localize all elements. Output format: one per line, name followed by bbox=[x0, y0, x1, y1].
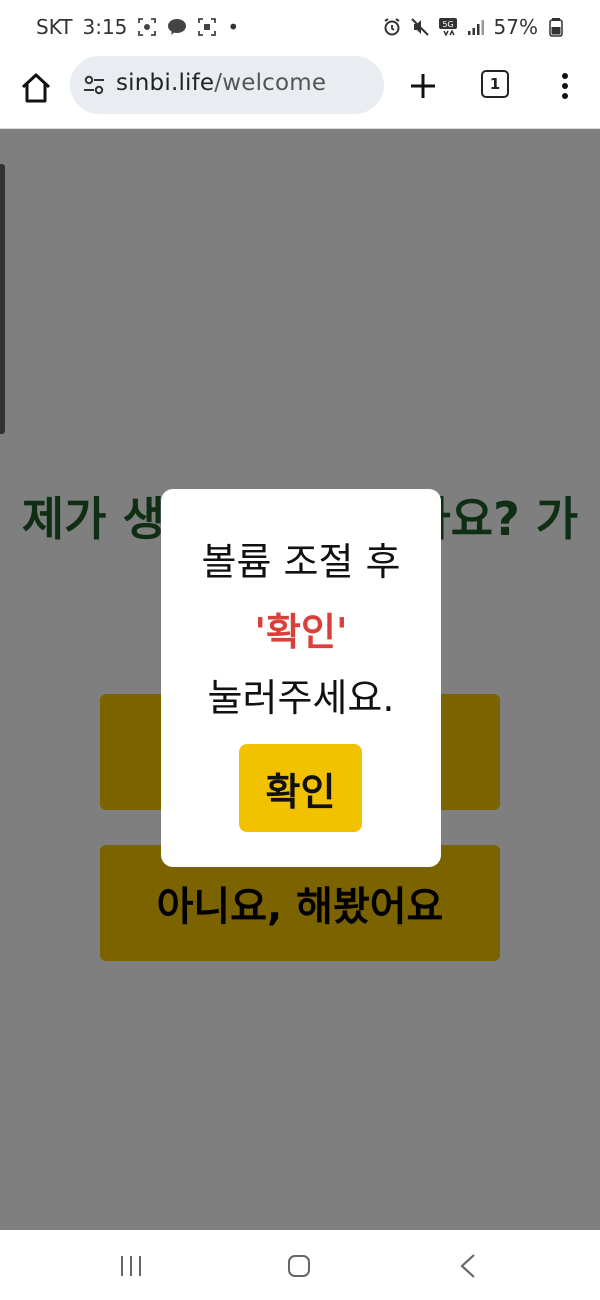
network-5g-icon: 5G bbox=[438, 18, 457, 37]
carrier-label: SKT bbox=[36, 15, 73, 39]
clock: 3:15 bbox=[82, 15, 128, 39]
dialog-line-confirm-highlight: '확인' bbox=[254, 610, 348, 654]
nav-home-icon[interactable] bbox=[287, 1254, 311, 1278]
status-bar-right: 5G 57% bbox=[382, 15, 566, 39]
kakaotalk-icon bbox=[168, 19, 187, 35]
scrollbar[interactable] bbox=[0, 164, 5, 434]
screenshot-icon bbox=[138, 18, 157, 36]
dialog-line-volume: 볼륨 조절 후 bbox=[201, 540, 401, 584]
mute-icon bbox=[410, 18, 429, 36]
signal-icon bbox=[467, 20, 484, 35]
status-bar-left: SKT 3:15 • bbox=[36, 15, 239, 39]
url-domain: sinbi.life bbox=[116, 70, 215, 96]
confirm-button[interactable]: 확인 bbox=[239, 744, 362, 832]
url-path: /welcome bbox=[214, 70, 327, 96]
alarm-icon bbox=[383, 18, 400, 36]
screen-record-icon bbox=[198, 18, 217, 36]
battery-percent: 57% bbox=[493, 15, 538, 39]
recent-apps-icon[interactable] bbox=[118, 1254, 144, 1278]
volume-confirm-dialog: 볼륨 조절 후 '확인' 눌러주세요. 확인 bbox=[161, 489, 441, 867]
system-nav-bar bbox=[0, 1230, 600, 1300]
browser-toolbar: sinbi.life/welcome 1 bbox=[0, 56, 600, 129]
home-icon[interactable] bbox=[18, 70, 54, 106]
status-bar: SKT 3:15 • 5G 57% bbox=[0, 0, 600, 56]
notification-dot: • bbox=[227, 15, 240, 39]
battery-icon bbox=[549, 18, 563, 37]
more-menu-icon[interactable] bbox=[552, 68, 578, 104]
dialog-line-press: 눌러주세요. bbox=[207, 676, 395, 720]
svg-text:5G: 5G bbox=[442, 20, 453, 29]
url-text[interactable]: sinbi.life/welcome bbox=[116, 70, 326, 96]
tab-switcher-button[interactable]: 1 bbox=[481, 70, 509, 98]
address-bar[interactable]: sinbi.life/welcome bbox=[70, 56, 384, 114]
new-tab-icon[interactable] bbox=[405, 68, 441, 104]
back-icon[interactable] bbox=[456, 1252, 480, 1280]
site-settings-icon[interactable] bbox=[82, 73, 106, 97]
